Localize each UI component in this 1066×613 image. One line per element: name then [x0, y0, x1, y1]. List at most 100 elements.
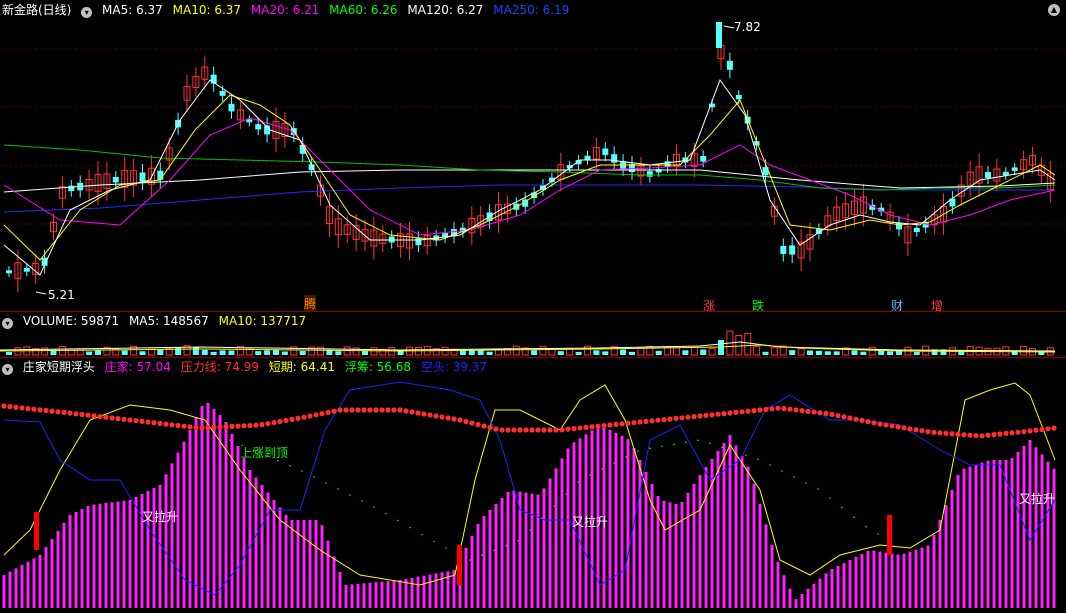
pressure-line-dot	[1027, 428, 1033, 434]
floating-chips-dot	[229, 439, 231, 441]
pressure-line-dot	[211, 424, 217, 430]
pressure-line-dot	[643, 418, 649, 424]
pressure-line-dot	[631, 420, 637, 426]
pressure-line-dot	[19, 405, 25, 411]
pressure-line-dot	[433, 413, 439, 419]
pressure-line-dot	[337, 407, 343, 413]
pressure-line-dot	[73, 411, 79, 417]
pressure-line-dot	[151, 420, 157, 426]
pressure-line-dot	[1021, 428, 1027, 435]
floating-chips-dot	[757, 458, 759, 461]
pressure-line-dot	[133, 418, 139, 424]
floating-chips-dot	[553, 505, 555, 507]
pressure-line-dot	[841, 414, 847, 420]
pressure-line-dot	[877, 421, 883, 427]
pressure-line-dot	[613, 421, 619, 427]
pressure-line-dot	[655, 417, 661, 423]
floating-chips-dot	[865, 526, 867, 528]
pressure-line-dot	[49, 408, 55, 414]
indicator-annotation: 又拉升	[142, 510, 179, 524]
floating-chips-dot	[469, 559, 471, 561]
pressure-line-dot	[271, 419, 277, 426]
floating-chips-dot	[349, 494, 351, 496]
pressure-line-dot	[1003, 430, 1009, 436]
floating-chips-dot	[445, 547, 447, 549]
pressure-line-dot	[901, 425, 907, 431]
pressure-line-dot	[835, 413, 841, 419]
pressure-line-dot	[109, 415, 115, 421]
pressure-line-dot	[355, 407, 361, 413]
pressure-line-dot	[169, 422, 175, 428]
floating-chips-dot	[745, 454, 747, 457]
floating-chips-dot	[517, 540, 519, 542]
pressure-line-dot	[1015, 429, 1021, 435]
floating-chips-dot	[565, 493, 567, 495]
pressure-line-dot	[361, 407, 367, 413]
buy-signal-mark	[34, 512, 39, 550]
floating-chips-dot	[397, 519, 399, 522]
pressure-line-dot	[679, 415, 685, 421]
pressure-line-dot	[481, 423, 487, 429]
pressure-line-dot	[217, 424, 223, 430]
pressure-line-dot	[343, 407, 349, 413]
pressure-line-dot	[547, 427, 553, 433]
pressure-line-dot	[913, 427, 919, 433]
pressure-line-dot	[1009, 430, 1015, 436]
floating-chips-dot	[829, 497, 831, 499]
pressure-line-dot	[241, 423, 247, 429]
floating-chips-dot	[433, 540, 435, 543]
pressure-line-dot	[313, 412, 319, 418]
pressure-line-dot	[883, 422, 889, 428]
pressure-line-dot	[451, 416, 457, 422]
floating-chips-dot	[841, 506, 843, 509]
pressure-line-dot	[55, 409, 61, 415]
pressure-line-dot	[229, 423, 235, 429]
pressure-line-dot	[763, 406, 769, 412]
pressure-line-dot	[847, 415, 853, 421]
pressure-line-dot	[115, 416, 121, 422]
pressure-line-dot	[949, 431, 955, 437]
floating-chips-dot	[313, 476, 315, 478]
floating-chips-dot	[541, 517, 543, 519]
pressure-line-dot	[565, 426, 571, 432]
pressure-line-dot	[487, 424, 493, 431]
floating-chips-dot	[853, 516, 855, 518]
pressure-line-dot	[559, 427, 565, 433]
pressure-line-dot	[469, 420, 475, 426]
floating-chips-dot	[301, 470, 303, 472]
pressure-line-dot	[895, 424, 901, 430]
pressure-line-dot	[37, 407, 43, 413]
pressure-line-dot	[601, 423, 607, 429]
pressure-line-dot	[499, 427, 505, 433]
pressure-line-dot	[1, 403, 7, 409]
pressure-line-dot	[199, 425, 205, 431]
pressure-line-dot	[775, 405, 781, 411]
pressure-line-dot	[937, 430, 943, 436]
pressure-line-dot	[919, 428, 925, 434]
pressure-line-dot	[145, 419, 151, 425]
pressure-line-dot	[829, 411, 835, 417]
pressure-line-dot	[667, 416, 673, 422]
pressure-line-dot	[745, 408, 751, 414]
floating-chips-dot	[793, 476, 795, 478]
pressure-line-dot	[865, 419, 871, 425]
floating-chips-dot	[613, 462, 615, 464]
floating-chips-dot	[721, 446, 723, 449]
pressure-line-dot	[367, 407, 373, 413]
floating-chips-dot	[421, 533, 423, 536]
pressure-line-dot	[295, 415, 301, 421]
pressure-line-dot	[853, 416, 859, 422]
floating-chips-dot	[409, 526, 411, 529]
floating-chips-dot	[493, 549, 495, 552]
pressure-line-dot	[943, 430, 949, 436]
pressure-line-dot	[553, 427, 559, 433]
pressure-line-dot	[961, 432, 967, 438]
pressure-line-dot	[277, 418, 283, 425]
floating-chips-dot	[661, 445, 663, 448]
pressure-line-dot	[181, 423, 187, 429]
pressure-line-dot	[91, 413, 97, 419]
pressure-line-dot	[373, 407, 379, 413]
pressure-line-dot	[103, 414, 109, 420]
pressure-line-dot	[289, 416, 295, 422]
floating-chips-dot	[805, 482, 807, 484]
